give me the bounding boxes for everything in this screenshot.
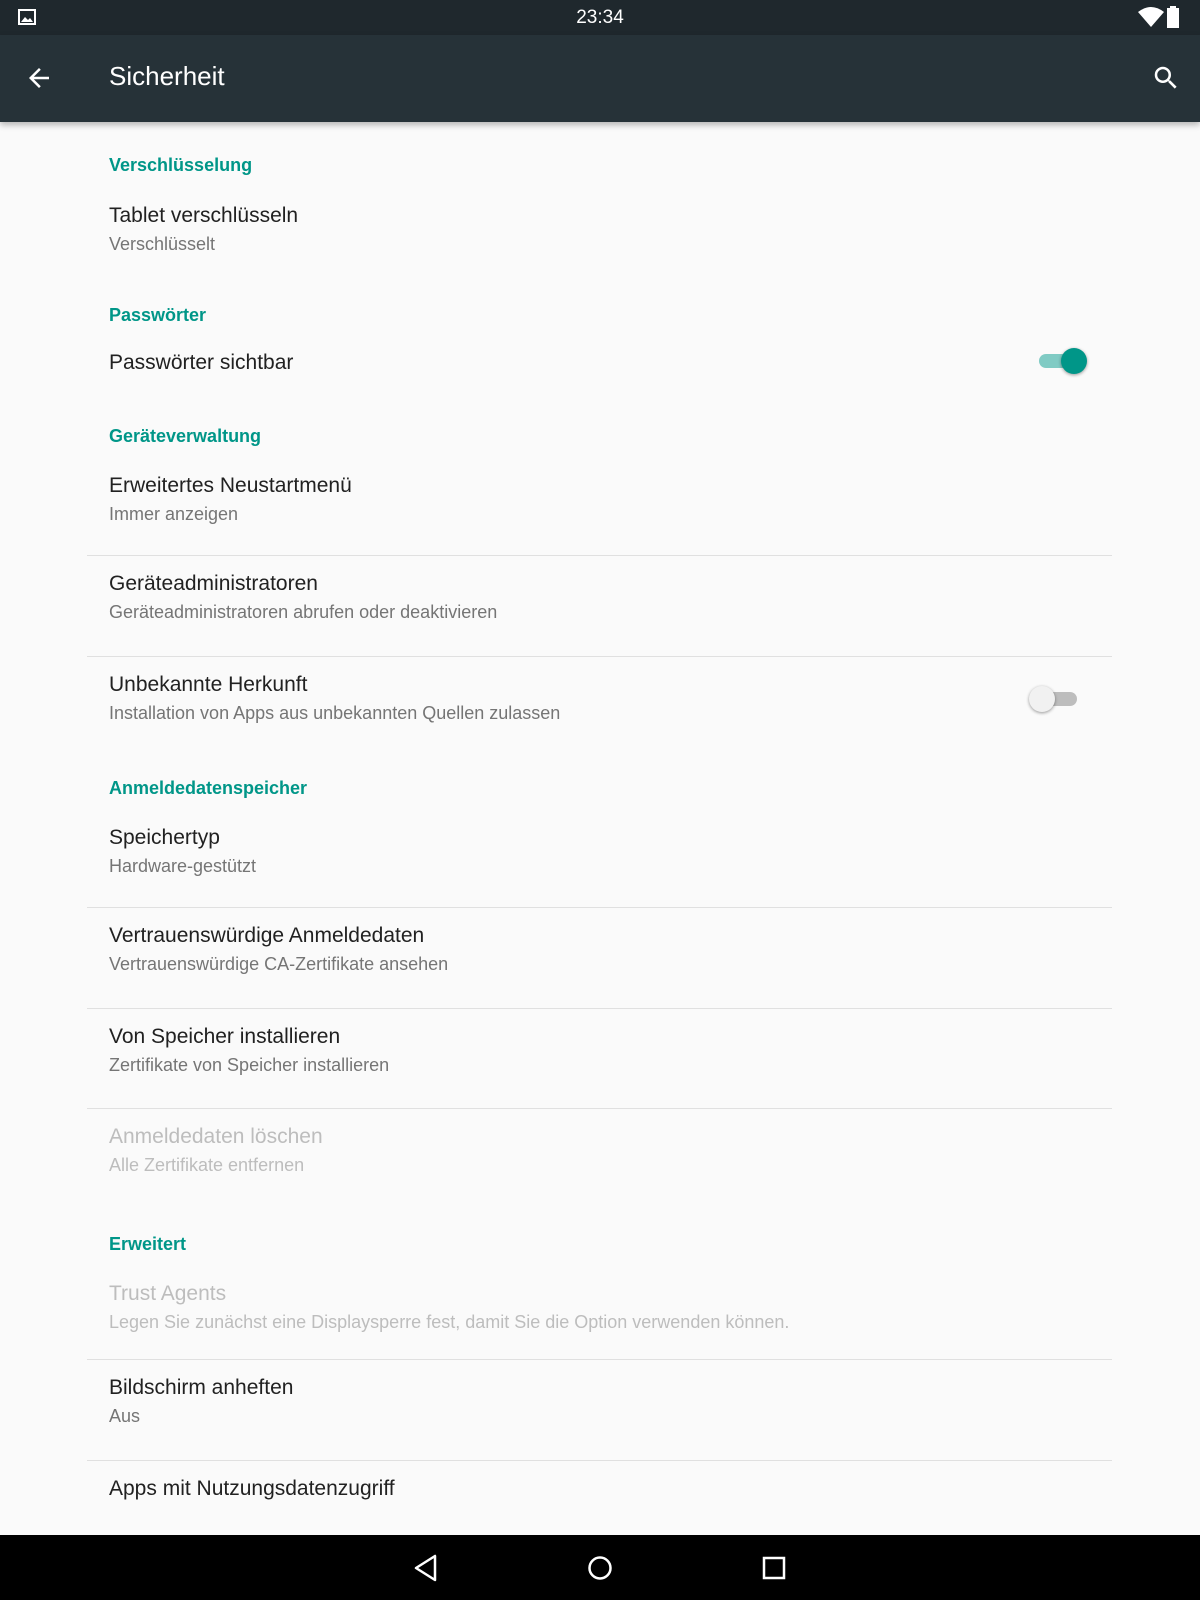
home-circle-icon[interactable] xyxy=(585,1553,615,1583)
pref-encrypt-tablet[interactable]: Tablet verschlüsseln Verschlüsselt xyxy=(87,182,1112,272)
pref-summary: Aus xyxy=(109,1406,141,1426)
pref-title: Tablet verschlüsseln xyxy=(109,204,299,227)
pref-summary: Zertifikate von Speicher installieren xyxy=(109,1055,390,1075)
pref-trusted-credentials[interactable]: Vertrauenswürdige Anmeldedaten Vertrauen… xyxy=(87,908,1112,1006)
pref-title: Unbekannte Herkunft xyxy=(109,673,308,696)
arrow-back-icon[interactable] xyxy=(24,63,54,93)
pref-title: Trust Agents xyxy=(109,1282,227,1305)
pref-screen-pinning[interactable]: Bildschirm anheften Aus xyxy=(87,1360,1112,1458)
switch-thumb xyxy=(1029,686,1055,712)
show-passwords-switch[interactable] xyxy=(1037,343,1093,379)
pref-install-from-storage[interactable]: Von Speicher installieren Zertifikate vo… xyxy=(87,1009,1112,1107)
status-bar: 23:34 xyxy=(0,0,1200,35)
pref-clear-credentials: Anmeldedaten löschen Alle Zertifikate en… xyxy=(87,1109,1112,1207)
pref-summary: Geräteadministratoren abrufen oder deakt… xyxy=(109,602,498,622)
pref-title: Passwörter sichtbar xyxy=(109,351,294,374)
wifi-icon xyxy=(1138,7,1164,32)
pref-usage-access[interactable]: Apps mit Nutzungsdatenzugriff xyxy=(87,1461,1112,1535)
section-header-encryption: Verschlüsselung xyxy=(109,155,253,175)
section-header-device-admin: Geräteverwaltung xyxy=(109,426,262,446)
recents-square-icon[interactable] xyxy=(759,1553,789,1583)
section-header-credential-storage: Anmeldedatenspeicher xyxy=(109,778,308,798)
pref-summary: Immer anzeigen xyxy=(109,504,239,524)
pref-title: Anmeldedaten löschen xyxy=(109,1125,323,1148)
back-triangle-icon[interactable] xyxy=(411,1553,441,1583)
pref-title: Erweitertes Neustartmenü xyxy=(109,474,352,497)
battery-icon xyxy=(1167,6,1179,33)
pref-advanced-reboot[interactable]: Erweitertes Neustartmenü Immer anzeigen xyxy=(87,452,1112,550)
section-header-advanced: Erweitert xyxy=(109,1234,187,1254)
pref-summary: Legen Sie zunächst eine Displaysperre fe… xyxy=(109,1312,790,1332)
pref-device-administrators[interactable]: Geräteadministratoren Geräteadministrato… xyxy=(87,556,1112,654)
pref-show-passwords[interactable]: Passwörter sichtbar xyxy=(87,332,1112,412)
app-bar: Sicherheit xyxy=(0,35,1200,122)
pref-title: Vertrauenswürdige Anmeldedaten xyxy=(109,924,425,947)
pref-trust-agents: Trust Agents Legen Sie zunächst eine Dis… xyxy=(87,1260,1112,1358)
pref-summary: Vertrauenswürdige CA-Zertifikate ansehen xyxy=(109,954,449,974)
unknown-sources-switch[interactable] xyxy=(1029,681,1085,717)
switch-thumb xyxy=(1061,348,1087,374)
pref-summary: Hardware-gestützt xyxy=(109,856,257,876)
settings-list: Verschlüsselung Tablet verschlüsseln Ver… xyxy=(0,122,1200,1535)
section-header-passwords: Passwörter xyxy=(109,305,207,325)
pref-title: Speichertyp xyxy=(109,826,220,849)
pref-summary: Installation von Apps aus unbekannten Qu… xyxy=(109,703,561,723)
page-title: Sicherheit xyxy=(109,61,225,91)
pref-summary: Alle Zertifikate entfernen xyxy=(109,1155,305,1175)
search-icon[interactable] xyxy=(1151,63,1181,93)
pref-title: Von Speicher installieren xyxy=(109,1025,341,1048)
pref-summary: Verschlüsselt xyxy=(109,234,216,254)
navigation-bar xyxy=(0,1535,1200,1600)
pref-unknown-sources[interactable]: Unbekannte Herkunft Installation von App… xyxy=(87,657,1112,755)
status-time: 23:34 xyxy=(576,7,624,28)
pref-title: Apps mit Nutzungsdatenzugriff xyxy=(109,1477,395,1500)
pref-storage-type[interactable]: Speichertyp Hardware-gestützt xyxy=(87,804,1112,902)
pref-title: Bildschirm anheften xyxy=(109,1376,294,1399)
pref-title: Geräteadministratoren xyxy=(109,572,318,595)
